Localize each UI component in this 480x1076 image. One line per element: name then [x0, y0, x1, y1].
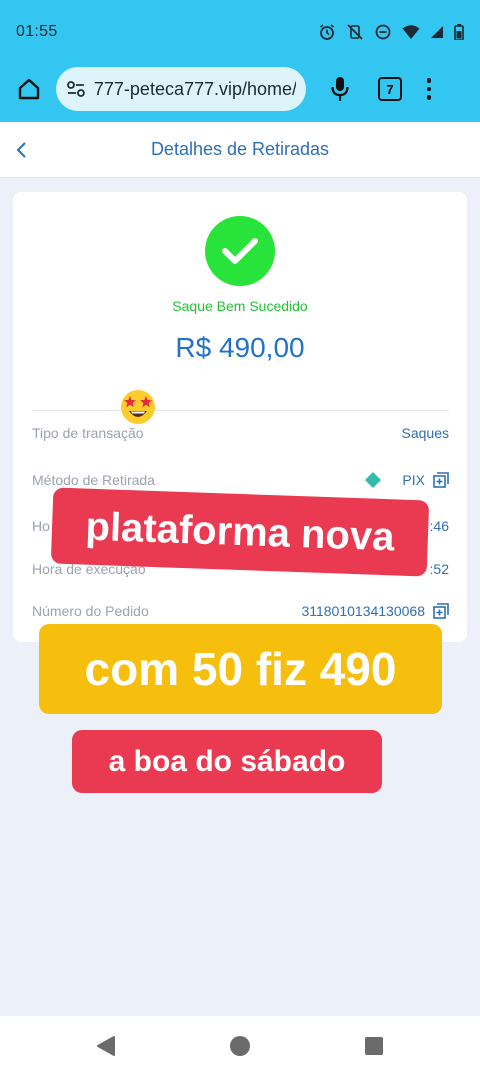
microphone-icon	[331, 77, 349, 101]
row-value-text: :46	[429, 518, 449, 534]
status-icons	[318, 23, 464, 41]
signal-icon	[431, 26, 443, 38]
nav-recents-button[interactable]	[362, 1034, 386, 1058]
wifi-icon	[402, 25, 420, 39]
more-options-button[interactable]	[424, 78, 434, 100]
alarm-icon	[320, 24, 334, 40]
detail-row-transaction-type: Tipo de transação Saques	[32, 421, 449, 445]
site-settings-icon[interactable]	[66, 80, 86, 98]
row-label: Número do Pedido	[32, 603, 149, 619]
row-label: Método de Retirada	[32, 472, 155, 488]
url-text[interactable]: 777-peteca777.vip/home/	[94, 79, 296, 100]
row-value-text: 3118010134130068	[301, 603, 425, 619]
status-bar: 01:55	[0, 0, 480, 64]
detail-row-order-number: Número do Pedido 3118010134130068	[32, 599, 449, 623]
checkmark-icon	[222, 238, 258, 264]
row-value-text: Saques	[401, 425, 449, 441]
home-circle-icon	[230, 1036, 250, 1056]
status-time: 01:55	[16, 23, 58, 40]
divider	[32, 410, 449, 411]
voice-search-button[interactable]	[322, 71, 358, 107]
battery-icon	[454, 24, 464, 40]
caption-sticker-2: com 50 fiz 490	[39, 624, 442, 714]
row-label: Tipo de transação	[32, 425, 144, 441]
recents-square-icon	[365, 1037, 383, 1055]
nav-back-button[interactable]	[94, 1034, 118, 1058]
nav-home-button[interactable]	[228, 1034, 252, 1058]
back-arrow-icon[interactable]	[12, 138, 32, 162]
row-value: PIX	[364, 471, 449, 489]
row-value: Saques	[402, 425, 449, 441]
withdrawal-status: Saque Bem Sucedido	[172, 298, 308, 314]
row-label: Ho	[32, 518, 50, 534]
back-triangle-icon	[97, 1036, 115, 1056]
more-dot	[426, 95, 432, 100]
more-dot	[426, 78, 432, 83]
row-value-text: :52	[429, 561, 449, 577]
tab-switcher-button[interactable]: 7	[378, 77, 402, 101]
vibrate-off-icon	[347, 24, 363, 40]
row-value: 3118010134130068	[301, 603, 449, 619]
page-header: Detalhes de Retiradas	[0, 122, 480, 178]
home-icon	[18, 78, 40, 100]
dnd-icon	[375, 24, 391, 40]
pix-icon	[365, 472, 382, 488]
row-value: :46	[430, 518, 449, 534]
page-title: Detalhes de Retiradas	[150, 139, 330, 159]
home-button[interactable]	[12, 72, 46, 106]
more-dot	[426, 86, 432, 92]
address-bar[interactable]: 777-peteca777.vip/home/	[56, 67, 306, 111]
copy-icon[interactable]	[433, 472, 449, 488]
browser-toolbar: 777-peteca777.vip/home/ 7	[0, 60, 480, 118]
star-struck-emoji-icon	[121, 390, 155, 424]
success-badge	[205, 216, 275, 286]
withdrawal-amount: R$ 490,00	[175, 332, 305, 363]
caption-sticker-3: a boa do sábado	[72, 730, 382, 793]
row-value: :52	[430, 561, 449, 577]
system-nav-bar	[0, 1016, 480, 1076]
copy-icon[interactable]	[433, 603, 449, 619]
row-value-text: PIX	[402, 472, 425, 488]
caption-sticker-1: plataforma nova	[50, 487, 430, 577]
